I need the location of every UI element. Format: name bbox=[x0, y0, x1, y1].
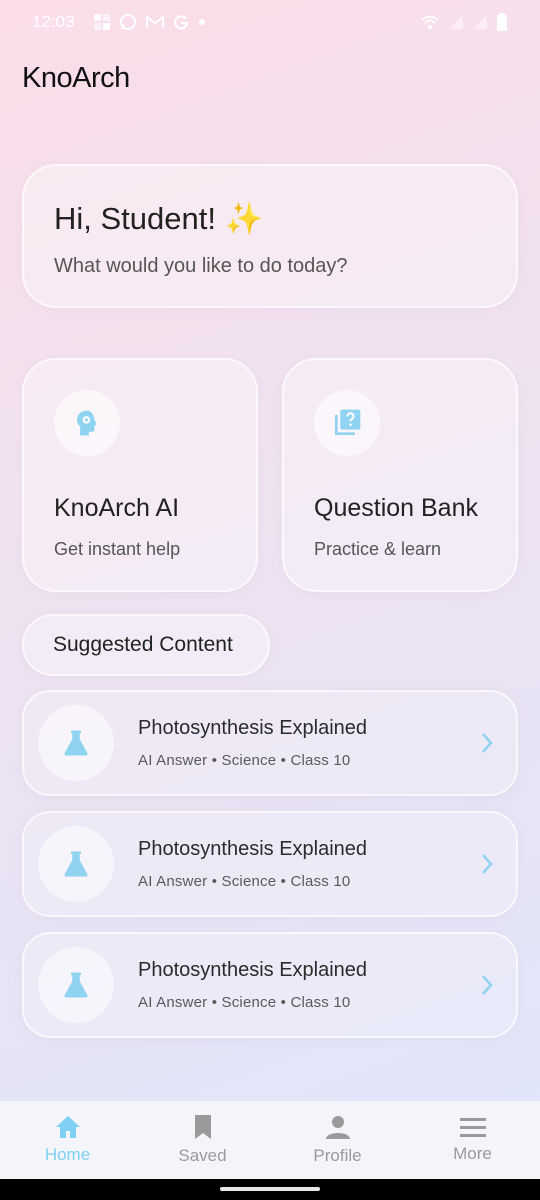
nav-more-label: More bbox=[453, 1144, 492, 1163]
list-item-title: Photosynthesis Explained bbox=[138, 959, 368, 981]
feature-icon-container bbox=[54, 390, 120, 456]
list-icon-container bbox=[38, 826, 114, 902]
signal-icon bbox=[473, 15, 487, 29]
list-item-meta: AI Answer • Science • Class 10 bbox=[138, 873, 351, 890]
chevron-right-icon bbox=[482, 733, 493, 753]
feature-icon-container bbox=[314, 390, 380, 456]
feature-title: KnoArch AI bbox=[54, 494, 180, 522]
suggested-content-heading: Suggested Content bbox=[22, 614, 270, 676]
nav-saved[interactable]: Saved bbox=[135, 1101, 270, 1179]
nav-profile[interactable]: Profile bbox=[270, 1101, 405, 1179]
status-time: 12:03 bbox=[32, 12, 75, 31]
question-bank-card[interactable]: Question Bank Practice & learn bbox=[282, 358, 518, 592]
nav-home[interactable]: Home bbox=[0, 1101, 135, 1179]
battery-icon bbox=[497, 13, 507, 31]
list-item[interactable]: Photosynthesis Explained AI Answer • Sci… bbox=[22, 690, 518, 796]
app-icon bbox=[93, 14, 110, 30]
list-item-meta: AI Answer • Science • Class 10 bbox=[138, 994, 351, 1011]
signal-icon bbox=[449, 15, 463, 29]
chevron-right-icon bbox=[482, 975, 493, 995]
nav-more[interactable]: More bbox=[405, 1101, 540, 1179]
google-icon bbox=[173, 15, 188, 30]
nav-home-label: Home bbox=[44, 1145, 91, 1164]
feature-subtitle: Get instant help bbox=[54, 539, 181, 559]
gmail-icon bbox=[145, 15, 164, 28]
list-item[interactable]: Photosynthesis Explained AI Answer • Sci… bbox=[22, 811, 518, 917]
list-item-title: Photosynthesis Explained bbox=[138, 838, 368, 860]
head-gear-icon bbox=[77, 410, 97, 436]
greeting-subtitle: What would you like to do today? bbox=[54, 255, 348, 277]
list-item-meta: AI Answer • Science • Class 10 bbox=[138, 752, 351, 769]
person-icon bbox=[325, 1116, 350, 1139]
nav-saved-label: Saved bbox=[178, 1146, 227, 1165]
knoarch-ai-card[interactable]: KnoArch AI Get instant help bbox=[22, 358, 258, 592]
bookmark-icon bbox=[194, 1115, 211, 1139]
flask-icon bbox=[64, 972, 88, 998]
flask-icon bbox=[64, 730, 88, 756]
feature-title: Question Bank bbox=[314, 494, 478, 522]
list-icon-container bbox=[38, 947, 114, 1023]
nav-profile-label: Profile bbox=[313, 1146, 362, 1165]
status-bar: 12:03 bbox=[0, 0, 540, 44]
chevron-right-icon bbox=[482, 854, 493, 874]
bottom-navigation: Home Saved Profile More bbox=[0, 1101, 540, 1179]
whatsapp-icon bbox=[119, 14, 136, 30]
feature-subtitle: Practice & learn bbox=[314, 539, 442, 559]
menu-icon bbox=[459, 1118, 486, 1137]
gesture-bar bbox=[0, 1179, 540, 1200]
list-item[interactable]: Photosynthesis Explained AI Answer • Sci… bbox=[22, 932, 518, 1038]
home-icon bbox=[55, 1116, 80, 1138]
list-item-title: Photosynthesis Explained bbox=[138, 717, 368, 739]
list-icon-container bbox=[38, 705, 114, 781]
greeting-title: Hi, Student! ✨ bbox=[54, 201, 264, 236]
question-bank-icon bbox=[335, 409, 361, 435]
flask-icon bbox=[64, 851, 88, 877]
wifi-icon bbox=[421, 15, 439, 29]
app-title: KnoArch bbox=[22, 62, 130, 94]
dot-icon bbox=[198, 19, 205, 25]
greeting-card: Hi, Student! ✨ What would you like to do… bbox=[22, 164, 518, 308]
home-gesture-handle[interactable] bbox=[220, 1187, 320, 1191]
